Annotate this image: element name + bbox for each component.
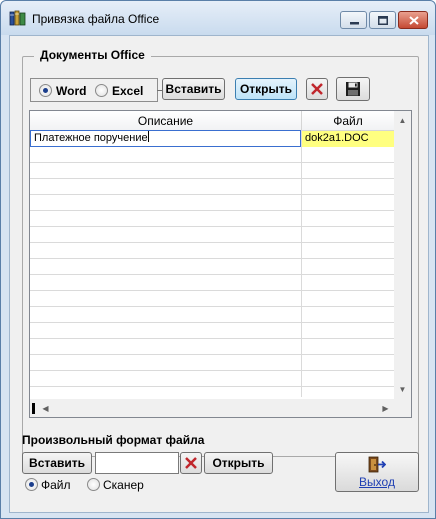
title-bar[interactable]: Привязка файла Office	[1, 1, 435, 35]
free-format-title: Произвольный формат файла	[22, 433, 205, 447]
open-button[interactable]: Открыть	[235, 78, 297, 100]
red-x-icon	[185, 457, 197, 469]
description-cell-value: Платежное поручение	[34, 132, 148, 144]
empty-row[interactable]	[30, 291, 394, 307]
maximize-icon	[378, 16, 388, 25]
empty-row[interactable]	[30, 323, 394, 339]
red-x-icon	[311, 83, 323, 95]
exit-door-icon	[368, 456, 386, 473]
doc-type-radio-group: Word Excel	[30, 78, 158, 102]
minimize-button[interactable]	[340, 11, 367, 29]
empty-row[interactable]	[30, 147, 394, 163]
scroll-right-icon[interactable]: ▶	[377, 400, 394, 417]
empty-row[interactable]	[30, 259, 394, 275]
empty-row[interactable]	[30, 195, 394, 211]
column-header-description[interactable]: Описание	[30, 111, 301, 131]
free-insert-button[interactable]: Вставить	[22, 452, 92, 474]
text-caret	[147, 131, 149, 142]
empty-row[interactable]	[30, 163, 394, 179]
word-radio[interactable]	[39, 84, 52, 97]
delete-button[interactable]	[306, 78, 328, 100]
empty-row[interactable]	[30, 355, 394, 371]
office-documents-group-title: Документы Office	[34, 48, 151, 62]
description-cell-editor[interactable]: Платежное поручение	[30, 130, 301, 147]
scroll-thumb[interactable]	[32, 403, 35, 414]
empty-row[interactable]	[30, 243, 394, 259]
free-open-button[interactable]: Открыть	[204, 452, 273, 474]
window-client-area: Документы Office Word Excel Вставить Отк…	[9, 35, 429, 513]
empty-row[interactable]	[30, 179, 394, 195]
maximize-button[interactable]	[369, 11, 396, 29]
table-body: Платежное поручение dok2a1.DOC	[30, 130, 394, 397]
free-clear-button[interactable]	[180, 452, 202, 474]
table-header: Описание Файл	[30, 111, 394, 131]
empty-row[interactable]	[30, 211, 394, 227]
app-window: Привязка файла Office Документы Office W…	[0, 0, 436, 519]
word-radio-label[interactable]: Word	[56, 84, 86, 98]
column-grid-line	[301, 131, 302, 397]
scanner-source-radio-label[interactable]: Сканер	[103, 478, 144, 492]
scroll-down-icon[interactable]: ▼	[394, 381, 411, 398]
minimize-icon	[350, 22, 359, 25]
empty-row[interactable]	[30, 275, 394, 291]
insert-button[interactable]: Вставить	[162, 78, 225, 100]
exit-label[interactable]: Выход	[336, 475, 418, 489]
vertical-scrollbar[interactable]: ▲ ▼	[394, 111, 411, 401]
scroll-up-icon[interactable]: ▲	[394, 112, 411, 129]
excel-radio[interactable]	[95, 84, 108, 97]
file-source-radio[interactable]	[25, 478, 38, 491]
file-source-radio-label[interactable]: Файл	[41, 478, 71, 492]
scrollbar-corner	[394, 401, 411, 417]
table-row[interactable]: Платежное поручение dok2a1.DOC	[30, 130, 394, 147]
documents-table[interactable]: Описание Файл Платежное поручение dok2a1…	[29, 110, 412, 418]
file-cell[interactable]: dok2a1.DOC	[302, 131, 394, 147]
empty-row[interactable]	[30, 227, 394, 243]
horizontal-scrollbar[interactable]: ◀ ▶	[30, 399, 394, 417]
scroll-left-icon[interactable]: ◀	[37, 400, 54, 417]
save-button[interactable]	[336, 77, 370, 101]
floppy-disk-icon	[346, 82, 360, 96]
window-title: Привязка файла Office	[32, 12, 160, 26]
empty-row[interactable]	[30, 307, 394, 323]
empty-row[interactable]	[30, 339, 394, 355]
books-icon	[9, 10, 26, 26]
exit-button[interactable]: Выход	[335, 452, 419, 492]
free-format-filename-input[interactable]	[95, 452, 179, 474]
column-header-file[interactable]: Файл	[302, 111, 394, 131]
scanner-source-radio[interactable]	[87, 478, 100, 491]
close-icon	[409, 16, 419, 25]
empty-row[interactable]	[30, 371, 394, 387]
excel-radio-label[interactable]: Excel	[112, 84, 143, 98]
close-button[interactable]	[398, 11, 428, 29]
